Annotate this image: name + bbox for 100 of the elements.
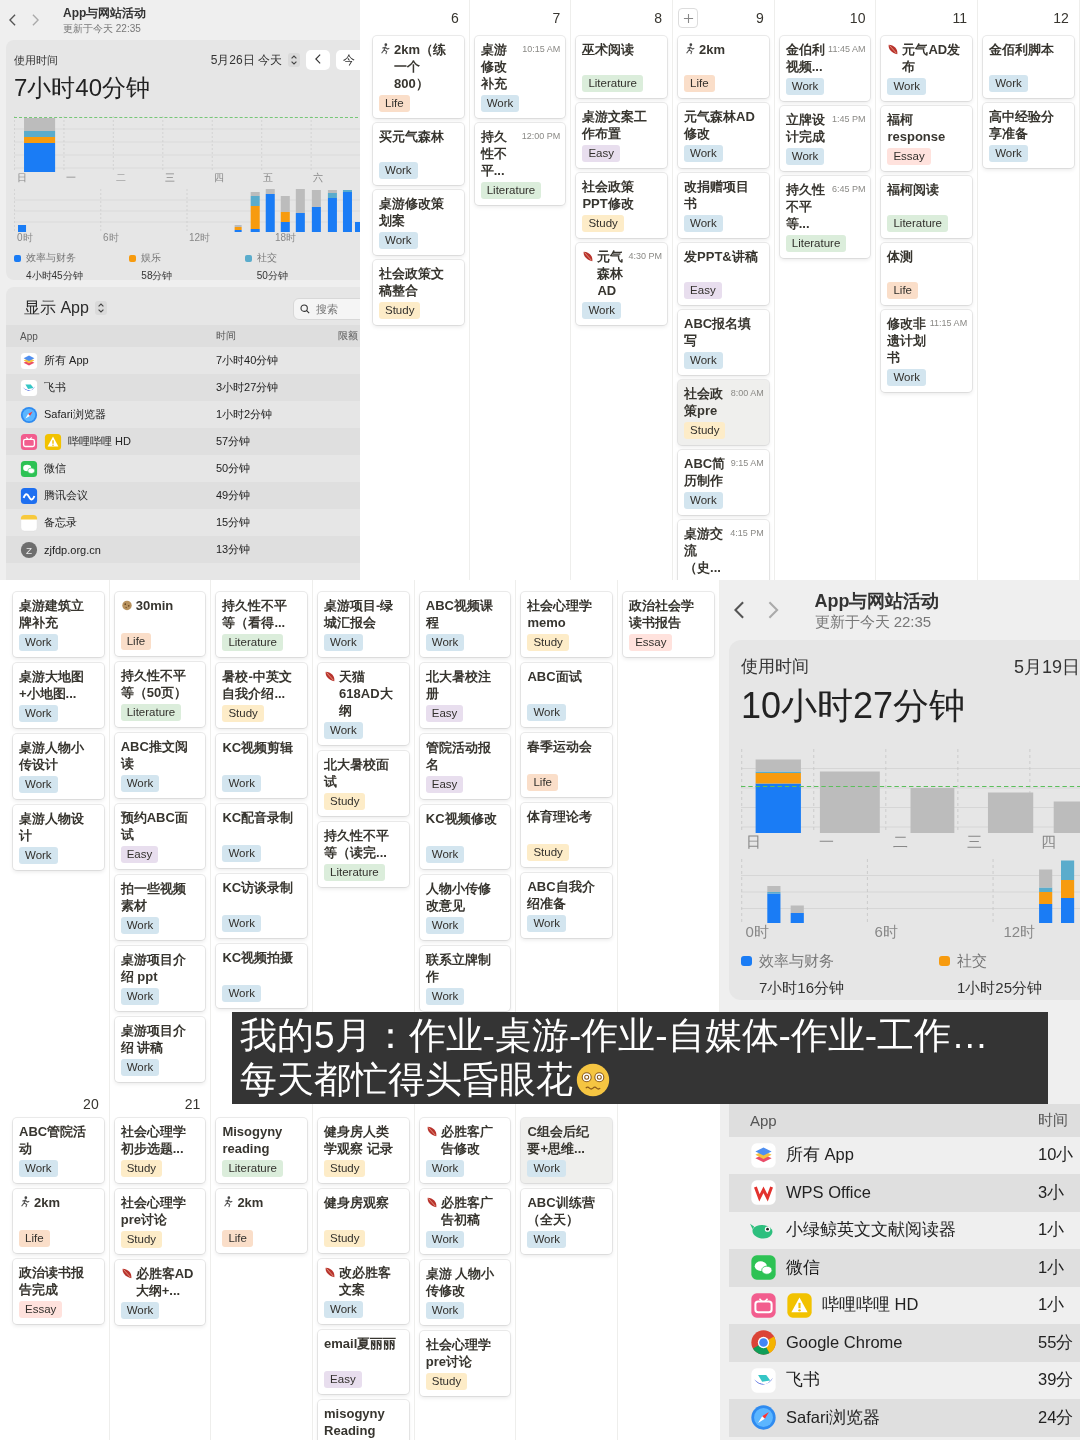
task-card[interactable]: 持久性不平等（50页） Literature (114, 662, 206, 727)
app-row[interactable]: 小绿鲸英文文献阅读器 1小 (729, 1211, 1080, 1249)
task-card[interactable]: ABC推文阅读 Work (114, 733, 206, 798)
task-card[interactable]: 春季运动会 Life (521, 733, 613, 797)
app-row[interactable]: 所有 App 7小时40分钟 (6, 347, 360, 374)
task-card[interactable]: 政治读书报告完成 Essay (13, 1259, 104, 1324)
task-card[interactable]: ABC报名填写 Work (678, 310, 769, 375)
task-card[interactable]: KC视频剪辑 Work (216, 734, 308, 798)
task-card[interactable]: 持久性不平... 12:00 PM Literature (474, 123, 566, 205)
app-row[interactable]: 微信 50分钟 (6, 455, 360, 482)
stepper-icon[interactable] (288, 53, 300, 67)
task-card[interactable]: 桌游 人物小传修改 Work (419, 1260, 511, 1325)
task-card[interactable]: 持久性不平等... 6:45 PM Literature (779, 176, 871, 258)
column-header[interactable]: 限额 (338, 329, 360, 343)
task-card[interactable]: 福柯response Essay (881, 106, 973, 171)
app-row[interactable]: 飞书 3小时27分钟 (6, 374, 360, 401)
app-row[interactable]: WPS Office 3小 (729, 1174, 1080, 1212)
app-row[interactable]: Google Chrome 55分 (729, 1324, 1080, 1362)
back-icon[interactable] (733, 601, 744, 619)
task-card[interactable]: 必胜客广告初稿 Work (419, 1189, 511, 1254)
app-row[interactable]: Z zjfdp.org.cn 13分钟 (6, 536, 360, 563)
task-card[interactable]: 金伯利视频... 11:45 AM Work (779, 36, 871, 101)
task-card[interactable]: 桌游项目-绿城汇报会 Work (318, 592, 409, 657)
task-card[interactable]: 政治社会学读书报告 Essay (623, 592, 714, 657)
task-card[interactable]: 拍一些视频素材 Work (114, 875, 206, 940)
task-card[interactable]: 改必胜客文案 Work (318, 1259, 409, 1324)
app-row[interactable]: 备忘录 15分钟 (6, 509, 360, 536)
task-card[interactable]: 社会政策文稿整合 Study (373, 260, 464, 325)
task-card[interactable]: KC配音录制 Work (216, 804, 308, 868)
stepper-icon[interactable] (94, 301, 107, 315)
task-card[interactable]: 健身房观察 Study (318, 1189, 409, 1253)
task-card[interactable]: 必胜客AD大纲+... Work (114, 1260, 206, 1325)
date-label[interactable]: 5月26日 今天 (210, 51, 282, 69)
app-row[interactable]: 飞书 39分 (729, 1361, 1080, 1399)
task-card[interactable]: 买元气森林 Work (373, 123, 464, 185)
task-card[interactable]: 社会政策pre 8:00 AM Study (678, 380, 769, 445)
app-row[interactable]: 腾讯会议 49分钟 (6, 482, 360, 509)
task-card[interactable]: 元气森林AD修改 Work (678, 103, 769, 168)
column-header[interactable]: 时间 (1038, 1110, 1080, 1130)
task-card[interactable]: 福柯阅读 Literature (881, 176, 973, 238)
task-card[interactable]: 联系立牌制作 Work (419, 946, 511, 1011)
task-card[interactable]: ABC视频课程 Work (419, 592, 511, 657)
column-header[interactable]: App (750, 1111, 1038, 1129)
back-icon[interactable] (9, 14, 16, 26)
task-card[interactable]: ABC简历制作 9:15 AM Work (678, 450, 769, 515)
task-card[interactable]: 修改非遗计划书 11:15 AM Work (881, 310, 973, 392)
task-card[interactable]: 改捐赠项目书 Work (678, 173, 769, 238)
app-row[interactable]: 哔哩哔哩 HD 1小 (729, 1286, 1080, 1324)
app-row[interactable]: 哔哩哔哩 HD 57分钟 (6, 428, 360, 455)
task-card[interactable]: 预约ABC面试 Easy (114, 804, 206, 869)
task-card[interactable]: 社会心理学pre讨论 Study (114, 1189, 206, 1254)
task-card[interactable]: 2km Life (13, 1189, 104, 1253)
app-row[interactable]: 所有 App 10小 (729, 1136, 1080, 1174)
task-card[interactable]: 桌游项目介绍 ppt Work (114, 946, 206, 1011)
task-card[interactable]: 健身房人类学观察 记录 Study (318, 1118, 409, 1183)
task-card[interactable]: 社会心理学memo Study (521, 592, 613, 657)
task-card[interactable]: 桌游人物小传设计 Work (13, 734, 104, 799)
task-card[interactable]: KC视频修改 Work (419, 805, 511, 869)
task-card[interactable]: 管院活动报名 Easy (419, 734, 511, 799)
task-card[interactable]: 北大暑校注册 Easy (419, 663, 511, 728)
task-card[interactable]: 天猫618AD大纲 Work (318, 663, 409, 745)
task-card[interactable]: 暑校-中英文自我介绍... Study (216, 663, 308, 728)
task-card[interactable]: 发PPT&讲稿 Easy (678, 243, 769, 305)
task-card[interactable]: 体测 Life (881, 243, 973, 305)
task-card[interactable]: 30min Life (114, 592, 206, 656)
today-button[interactable]: 今 (336, 50, 360, 70)
task-card[interactable]: 桌游人物设计 Work (13, 805, 104, 870)
column-header[interactable]: App (20, 330, 216, 342)
task-card[interactable]: 桌游修改策划案 Work (373, 190, 464, 255)
task-card[interactable]: ABC自我介绍准备 Work (521, 873, 613, 938)
app-row[interactable]: 微信 1小 (729, 1249, 1080, 1287)
task-card[interactable]: 高中经验分享准备 Work (983, 103, 1074, 168)
task-card[interactable]: 社会政策PPT修改 Study (576, 173, 668, 238)
task-card[interactable]: email夏丽丽 Easy (318, 1330, 409, 1394)
date-label[interactable]: 5月19日 (1013, 655, 1080, 679)
task-card[interactable]: 2km Life (678, 36, 769, 98)
app-row[interactable]: Safari浏览器 1小时2分钟 (6, 401, 360, 428)
task-card[interactable]: 桌游交流（史... 4:15 PM (678, 520, 769, 580)
task-card[interactable]: ABC面试 Work (521, 663, 613, 727)
task-card[interactable]: KC访谈录制 Work (216, 874, 308, 938)
task-card[interactable]: 人物小传修改意见 Work (419, 875, 511, 940)
task-card[interactable]: 金佰利脚本 Work (983, 36, 1074, 98)
task-card[interactable]: 社会心理学pre讨论 Study (419, 1331, 511, 1396)
task-card[interactable]: ABC训练营（全天） Work (521, 1189, 613, 1254)
task-card[interactable]: 必胜客广告修改 Work (419, 1118, 511, 1183)
task-card[interactable]: 元气森林AD 4:30 PM Work (576, 243, 668, 325)
task-card[interactable]: 北大暑校面试 Study (318, 751, 409, 816)
app-row[interactable]: Safari浏览器 24分 (729, 1399, 1080, 1437)
task-card[interactable]: 桌游大地图+小地图... Work (13, 663, 104, 728)
previous-button[interactable] (306, 50, 330, 70)
search-field[interactable]: 搜索 (293, 298, 360, 320)
task-card[interactable]: 元气AD发布 Work (881, 36, 973, 101)
task-card[interactable]: 持久性不平等（看得... Literature (216, 592, 308, 657)
task-card[interactable]: Misogyny reading Literature (216, 1118, 308, 1183)
task-card[interactable]: 桌游文案工作布置 Easy (576, 103, 668, 168)
task-card[interactable]: 持久性不平等（读完... Literature (318, 822, 409, 887)
task-card[interactable]: KC视频拍摄 Work (216, 944, 308, 1008)
task-card[interactable]: 体育理论考 Study (521, 803, 613, 867)
task-card[interactable]: 巫术阅读 Literature (576, 36, 668, 98)
task-card[interactable]: misogyny Reading (318, 1400, 409, 1440)
